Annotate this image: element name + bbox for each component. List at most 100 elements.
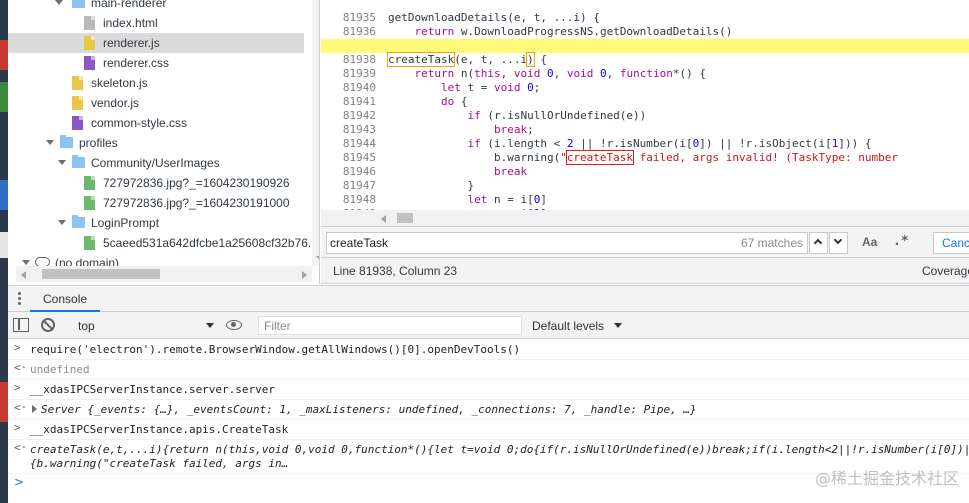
search-bar: 67 matches Aa .* Canc xyxy=(321,226,969,258)
tree-item-loginprompt[interactable]: LoginPrompt xyxy=(8,213,304,233)
log-levels-value: Default levels xyxy=(532,319,605,333)
clear-console-icon[interactable] xyxy=(41,318,55,332)
css-file-icon xyxy=(84,56,95,70)
search-field[interactable]: 67 matches xyxy=(326,232,808,254)
image-file-icon xyxy=(84,176,95,190)
desktop-edge xyxy=(0,0,8,503)
regex-button[interactable]: .* xyxy=(893,234,909,249)
js-file-icon xyxy=(72,76,83,90)
context-value: top xyxy=(78,319,95,333)
code-line: 81942 if (r.isNullOrUndefined(e)) xyxy=(342,109,647,122)
watermark: @稀土掘金技术社区 xyxy=(814,469,959,488)
expand-arrow-icon[interactable] xyxy=(46,140,54,145)
chevron-down-icon xyxy=(833,235,843,245)
scroll-left-icon[interactable] xyxy=(381,215,386,223)
image-file-icon xyxy=(84,196,95,210)
code-line: 81943 break; xyxy=(342,123,534,136)
tree-vertical-scrollbar[interactable] xyxy=(312,0,319,266)
console-input-message[interactable]: > __xdasIPCServerInstance.server.server xyxy=(8,380,969,400)
dropdown-arrow-icon xyxy=(206,323,214,328)
folder-icon xyxy=(72,0,85,8)
scroll-down-icon[interactable] xyxy=(316,256,319,261)
console-input-message[interactable]: > require('electron').remote.BrowserWind… xyxy=(8,340,969,360)
console-toolbar: top Default levels xyxy=(8,312,969,339)
live-expression-eye-icon[interactable] xyxy=(226,320,242,330)
code-line: 81946 break xyxy=(342,165,528,178)
code-line: 81940 let t = void 0; xyxy=(342,81,541,94)
tree-horizontal-scrollbar[interactable] xyxy=(16,266,312,282)
filter-input[interactable] xyxy=(264,319,514,333)
search-input[interactable] xyxy=(330,235,630,251)
js-file-icon xyxy=(84,36,95,50)
css-file-icon xyxy=(72,116,83,130)
chevron-up-icon xyxy=(813,238,823,248)
context-selector[interactable]: top xyxy=(72,316,216,335)
file-icon xyxy=(84,16,95,30)
code-line: 81949 , a = i[1] xyxy=(321,193,969,220)
folder-icon xyxy=(72,155,85,168)
code-line: 81944 if (i.length < 2 || !r.isNumber(i[… xyxy=(342,137,872,150)
tree-item-community-userimages[interactable]: Community/UserImages xyxy=(8,153,304,173)
scrollbar-thumb[interactable] xyxy=(397,213,413,223)
tree-item-vendor-js[interactable]: vendor.js xyxy=(8,93,304,113)
code-line: 81941 do { xyxy=(342,95,468,108)
show-sidebar-icon[interactable] xyxy=(13,318,29,332)
editor-horizontal-scrollbar[interactable] xyxy=(321,210,969,226)
code-line-current: 81938 createTask(e, t, ...i) { xyxy=(321,39,969,67)
coverage-status[interactable]: Coverage xyxy=(922,264,969,278)
tree-item-loginprompt-image[interactable]: 5caeed531a642dfcbe1a25608cf32b76. xyxy=(8,233,311,253)
input-prompt-icon: > xyxy=(14,421,21,434)
more-options-icon[interactable] xyxy=(18,292,21,305)
drawer-tab-bar: Console xyxy=(8,285,969,312)
filter-field[interactable] xyxy=(258,316,522,335)
tree-item-common-style-css[interactable]: common-style.css xyxy=(8,113,304,133)
console-prompt-icon[interactable]: > xyxy=(14,475,24,489)
tree-item-profiles[interactable]: profiles xyxy=(8,133,304,153)
code-line: 81939 return n(this, void 0, void 0, fun… xyxy=(342,67,706,80)
tree-item-image-1[interactable]: 727972836.jpg?_=1604230190926 xyxy=(8,173,304,193)
tree-item-skeleton-js[interactable]: skeleton.js xyxy=(8,73,304,93)
code-line: 81936 return w.DownloadProgressNS.getDow… xyxy=(342,25,733,38)
tree-item-renderer-js[interactable]: renderer.js xyxy=(8,33,304,53)
code-line: 81948 let n = i[0] xyxy=(342,193,547,206)
next-match-button[interactable] xyxy=(829,232,848,254)
match-case-button[interactable]: Aa xyxy=(862,235,877,249)
console-input-message[interactable]: > __xdasIPCServerInstance.apis.CreateTas… xyxy=(8,420,969,440)
result-arrow-icon: <· xyxy=(14,361,28,374)
result-arrow-icon: <· xyxy=(14,401,28,414)
code-editor[interactable]: 81935 getDownloadDetails(e, t, ...i) { 81… xyxy=(321,0,969,226)
scroll-left-icon[interactable] xyxy=(21,271,26,279)
expand-arrow-icon[interactable] xyxy=(58,160,66,165)
sources-file-tree: main-renderer index.html renderer.js ren… xyxy=(8,0,320,284)
image-file-icon xyxy=(84,236,95,250)
log-levels-dropdown[interactable]: Default levels xyxy=(528,316,624,335)
previous-match-button[interactable] xyxy=(809,232,828,254)
input-prompt-icon: > xyxy=(14,341,21,354)
tree-item-index-html[interactable]: index.html xyxy=(8,13,304,33)
cursor-position: Line 81938, Column 23 xyxy=(333,264,458,278)
code-line: 81945 b.warning("createTask failed, args… xyxy=(342,150,898,165)
tree-item-image-2[interactable]: 727972836.jpg?_=1604230191000 xyxy=(8,193,304,213)
dropdown-arrow-icon xyxy=(614,323,622,328)
cancel-button[interactable]: Canc xyxy=(933,232,969,254)
console-output-message[interactable]: <· Server {_events: {…}, _eventsCount: 1… xyxy=(8,400,969,420)
expand-arrow-icon[interactable] xyxy=(58,220,66,225)
result-arrow-icon: <· xyxy=(14,441,28,454)
tab-console[interactable]: Console xyxy=(30,286,101,312)
expand-triangle-icon[interactable] xyxy=(32,405,37,413)
code-line: 81947 } xyxy=(342,179,475,192)
folder-icon xyxy=(72,215,85,228)
console-messages[interactable]: > require('electron').remote.BrowserWind… xyxy=(8,340,969,503)
console-output-message[interactable]: <· undefined xyxy=(8,360,969,380)
js-file-icon xyxy=(72,96,83,110)
code-line: 81937} xyxy=(321,25,969,52)
tree-item-main-renderer[interactable]: main-renderer xyxy=(8,0,304,13)
tree-item-renderer-css[interactable]: renderer.css xyxy=(8,53,304,73)
expand-arrow-icon[interactable] xyxy=(22,260,30,265)
input-prompt-icon: > xyxy=(14,381,21,394)
scroll-right-icon[interactable] xyxy=(302,271,307,279)
scrollbar-thumb[interactable] xyxy=(42,269,160,279)
folder-icon xyxy=(60,135,73,148)
editor-status-bar: Line 81938, Column 23 Coverage xyxy=(321,258,969,284)
match-count: 67 matches xyxy=(740,236,803,250)
